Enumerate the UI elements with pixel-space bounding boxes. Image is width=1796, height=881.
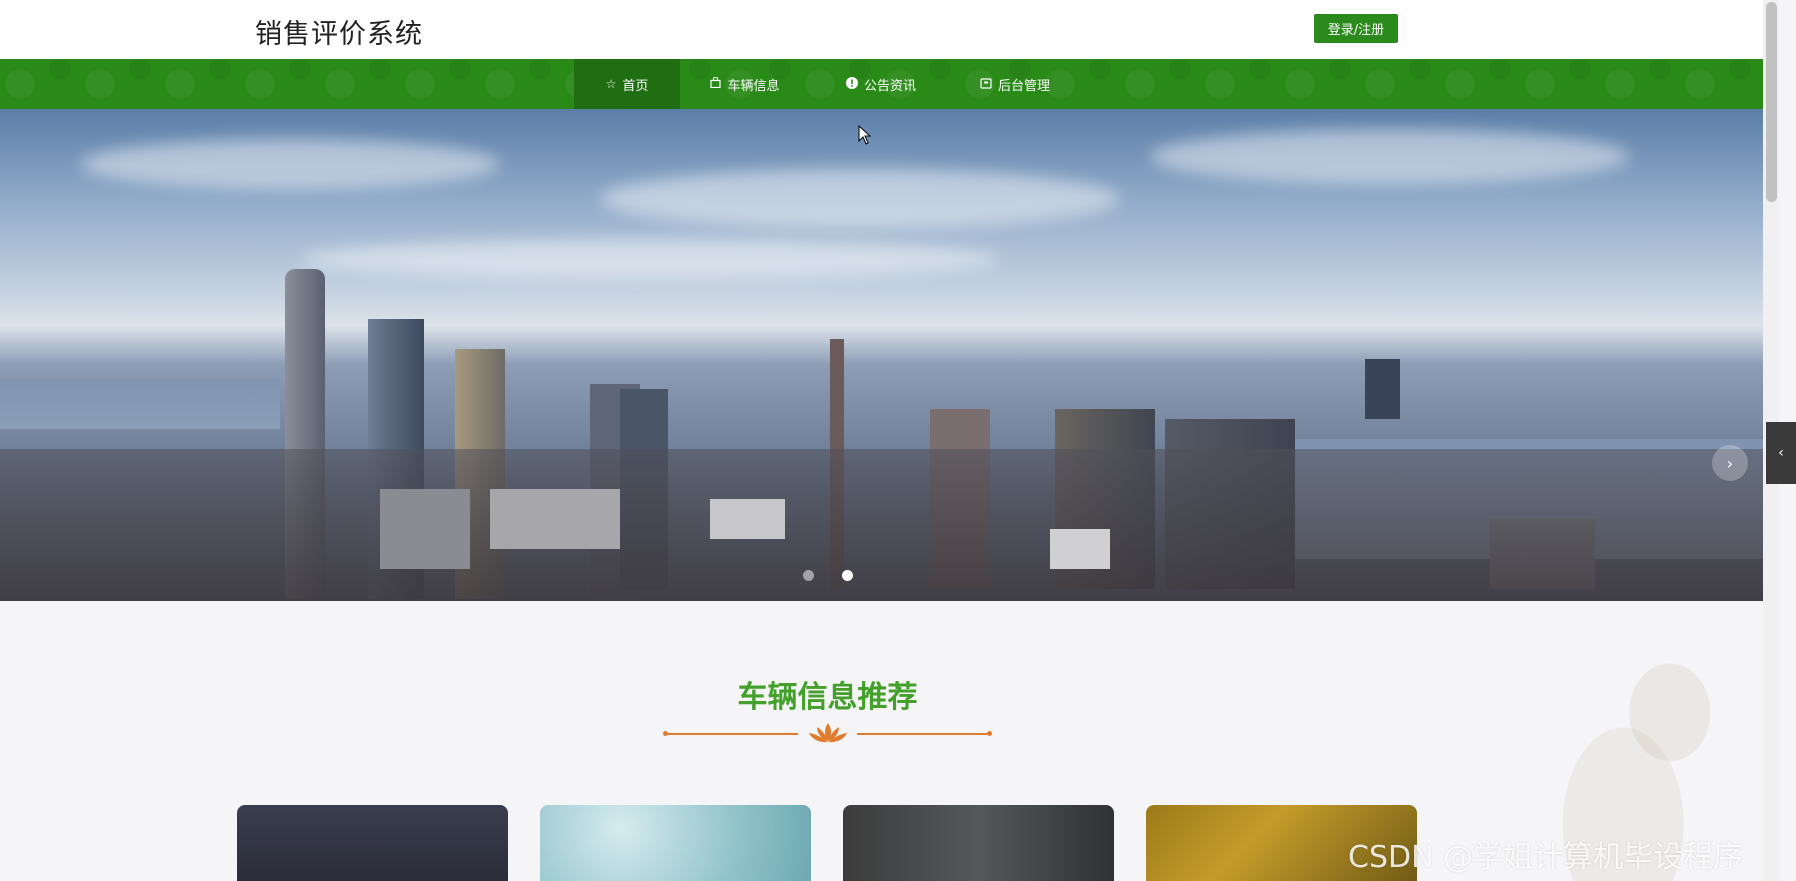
scrollbar-thumb[interactable]	[1766, 2, 1777, 202]
chevron-left-icon: ‹	[1778, 445, 1784, 461]
divider-line	[857, 733, 987, 735]
box-icon	[980, 77, 992, 92]
page: 销售评价系统 登录/注册 ☆ 首页 车辆信息 公告资讯 后台管理 › 车辆信息推…	[0, 0, 1796, 881]
side-collapse-tab[interactable]: ‹	[1766, 422, 1796, 484]
river	[0, 379, 280, 429]
slider-next-button[interactable]: ›	[1712, 445, 1748, 481]
cloud	[300, 239, 1000, 279]
cloud	[600, 169, 1120, 229]
vehicle-card[interactable]	[540, 805, 811, 881]
divider-line	[668, 733, 798, 735]
nav-item-label: 车辆信息	[727, 78, 780, 94]
building	[1365, 359, 1400, 419]
nav-item-label: 首页	[622, 78, 649, 94]
nav-item-label: 后台管理	[997, 78, 1050, 94]
nav-item-label: 公告资讯	[863, 78, 916, 94]
nav-item-admin[interactable]: 后台管理	[970, 59, 1060, 109]
nav-item-vehicles[interactable]: 车辆信息	[700, 59, 790, 109]
section-title: 车辆信息推荐	[737, 680, 918, 715]
hero-banner[interactable]: ›	[0, 109, 1763, 601]
mouse-cursor-icon	[858, 125, 872, 145]
site-title: 销售评价系统	[255, 19, 423, 50]
star-icon: ☆	[605, 77, 617, 91]
building	[710, 499, 785, 539]
nav-item-news[interactable]: 公告资讯	[836, 59, 926, 109]
info-circle-icon	[845, 76, 858, 92]
vehicle-card[interactable]	[237, 805, 508, 881]
bag-icon	[710, 76, 722, 91]
cloud	[1150, 129, 1630, 184]
low-rise-district	[0, 449, 1763, 601]
main-nav: ☆ 首页 车辆信息 公告资讯 后台管理	[0, 59, 1763, 109]
login-register-button[interactable]: 登录/注册	[1314, 14, 1398, 43]
top-header: 销售评价系统 登录/注册	[0, 0, 1763, 59]
lotus-icon	[809, 723, 847, 743]
nav-item-home[interactable]: ☆ 首页	[574, 59, 680, 109]
chevron-right-icon: ›	[1726, 453, 1734, 473]
slider-dot[interactable]	[803, 570, 814, 581]
building	[380, 489, 470, 569]
vehicle-card[interactable]	[843, 805, 1114, 881]
slider-dot-active[interactable]	[842, 570, 853, 581]
building	[490, 489, 620, 549]
cloud	[80, 139, 500, 189]
divider-dot	[987, 731, 992, 736]
building	[1050, 529, 1110, 569]
watermark-text: CSDN @学姐计算机毕设程序	[1348, 840, 1744, 875]
